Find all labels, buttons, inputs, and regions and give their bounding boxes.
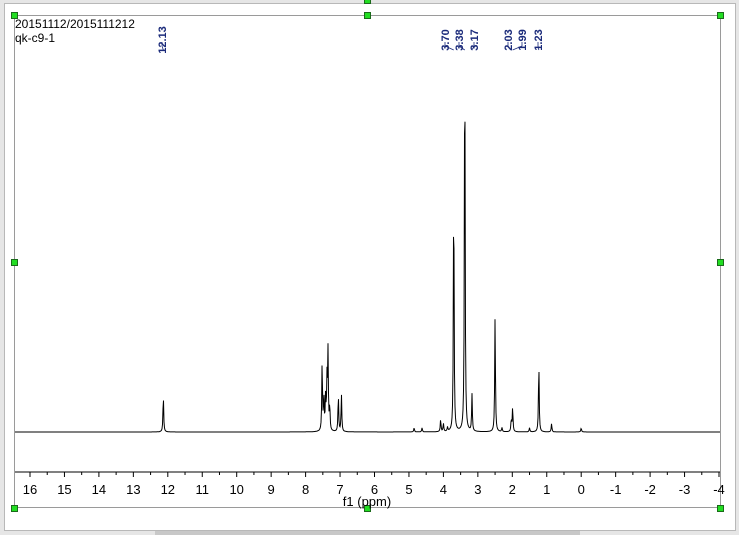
nmr-spectrum-chart[interactable]: 12.13 3.70 3.38 3.17 2.03 1.99 1.23 16 15 14 13 12… <box>0 0 739 535</box>
peak-label-layer: 12.13 3.70 3.38 3.17 2.03 1.99 1.23 <box>157 26 545 54</box>
x-tick-label: 16 <box>23 482 37 497</box>
x-tick-label: -1 <box>610 482 622 497</box>
x-tick-label: 13 <box>126 482 140 497</box>
horizontal-scrollbar[interactable] <box>155 531 580 535</box>
x-tick-label: 12 <box>161 482 175 497</box>
x-tick-label: 0 <box>578 482 585 497</box>
x-tick-label: 2 <box>509 482 516 497</box>
x-tick-label: 15 <box>57 482 71 497</box>
x-tick-label: 8 <box>302 482 309 497</box>
x-tick-label: 11 <box>196 482 210 497</box>
x-axis-title: f1 (ppm) <box>343 494 391 509</box>
x-tick-label: -2 <box>644 482 656 497</box>
spectrum-trace <box>15 121 720 433</box>
window-frame: 20151112/2015111212 qk-c9-1 12.13 3.70 3.3… <box>0 0 739 535</box>
peak-label: 3.17 <box>469 29 481 50</box>
x-tick-label: 1 <box>543 482 550 497</box>
x-tick-label: 10 <box>229 482 243 497</box>
x-tick-label: 9 <box>268 482 275 497</box>
x-tick-label: -4 <box>713 482 725 497</box>
peak-label: 3.70 <box>440 29 452 50</box>
peak-label: 1.23 <box>533 29 545 50</box>
x-tick-label: 5 <box>405 482 412 497</box>
peak-label: 3.38 <box>454 29 466 50</box>
x-tick-label: -3 <box>679 482 691 497</box>
x-tick-label: 3 <box>474 482 481 497</box>
x-tick-label: 14 <box>92 482 106 497</box>
x-tick-label: 4 <box>440 482 447 497</box>
